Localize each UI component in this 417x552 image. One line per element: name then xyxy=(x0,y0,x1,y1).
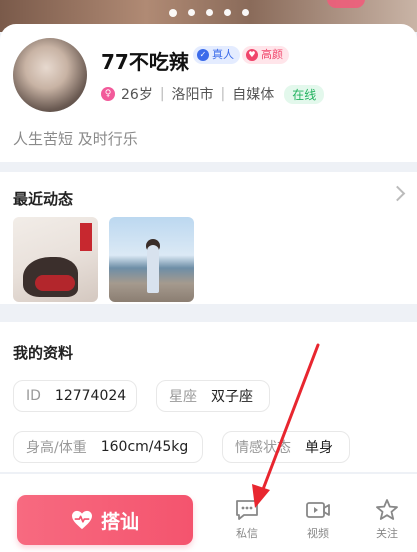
info-key: 身高/体重 xyxy=(26,440,87,456)
chevron-right-icon[interactable] xyxy=(389,185,406,202)
chat-up-button[interactable]: 搭讪 xyxy=(17,495,193,545)
moment-photo[interactable] xyxy=(109,217,194,302)
heart-face-icon: ♥ xyxy=(246,49,258,61)
info-key: 情感状态 xyxy=(235,440,291,456)
verified-badge-label: 真人 xyxy=(212,48,234,61)
bottom-action-bar: 搭讪 私信 视频 关注 xyxy=(0,474,417,552)
profile-card: 77不吃辣 ✓ 真人 ♥ 高颜 ♀ 26岁 | 洛阳市 | 自媒体 在线 人生苦… xyxy=(0,24,417,162)
decoration xyxy=(80,223,92,251)
carousel-dot[interactable] xyxy=(205,9,213,16)
pretty-badge: ♥ 高颜 xyxy=(242,46,289,64)
info-value: 160cm/45kg xyxy=(100,439,189,455)
photo-subject xyxy=(147,245,159,293)
heart-pulse-icon xyxy=(71,510,92,530)
info-value: 双子座 xyxy=(211,389,253,405)
header-badge xyxy=(327,0,365,8)
star-icon xyxy=(376,499,398,520)
profile-age: 26岁 xyxy=(121,87,153,103)
info-key: ID xyxy=(26,388,41,404)
video-button[interactable]: 视频 xyxy=(298,498,338,541)
chat-up-label: 搭讪 xyxy=(100,510,139,533)
avatar[interactable] xyxy=(13,38,87,112)
message-label: 私信 xyxy=(236,527,258,540)
carousel-dot[interactable] xyxy=(168,9,177,17)
profile-city: 洛阳市 xyxy=(171,87,214,103)
info-value: 12774024 xyxy=(54,388,127,404)
divider: | xyxy=(159,86,165,102)
info-chip-relationship: 情感状态 单身 xyxy=(222,431,350,463)
profile-bio: 人生苦短 及时行乐 xyxy=(13,130,138,148)
chat-bubble-icon xyxy=(236,500,258,520)
video-label: 视频 xyxy=(307,527,329,540)
video-camera-icon xyxy=(306,502,330,518)
my-profile-info-section: 我的资料 ID 12774024 星座 双子座 身高/体重 160cm/45kg… xyxy=(0,322,417,472)
carousel-dot[interactable] xyxy=(187,9,195,16)
section-title-info: 我的资料 xyxy=(13,344,74,362)
info-value: 单身 xyxy=(305,440,333,456)
photo-detail xyxy=(35,275,75,291)
carousel-dot[interactable] xyxy=(241,9,249,16)
message-button[interactable]: 私信 xyxy=(227,498,267,541)
section-title-recent: 最近动态 xyxy=(13,190,74,208)
carousel-dot[interactable] xyxy=(223,9,231,16)
profile-job: 自媒体 xyxy=(232,87,275,103)
online-status-badge: 在线 xyxy=(284,84,325,104)
divider: | xyxy=(220,86,226,102)
pretty-badge-label: 高颜 xyxy=(261,48,283,61)
info-chip-id: ID 12774024 xyxy=(13,380,137,412)
follow-label: 关注 xyxy=(376,527,398,540)
profile-name: 77不吃辣 xyxy=(101,50,189,74)
info-chip-height-weight: 身高/体重 160cm/45kg xyxy=(13,431,203,463)
info-key: 星座 xyxy=(169,389,197,405)
verified-badge: ✓ 真人 xyxy=(193,46,240,64)
recent-moments-section[interactable]: 最近动态 xyxy=(0,172,417,304)
profile-meta: ♀ 26岁 | 洛阳市 | 自媒体 在线 xyxy=(101,84,325,104)
verified-check-icon: ✓ xyxy=(197,49,209,61)
carousel-indicator xyxy=(0,9,417,17)
moment-photo[interactable] xyxy=(13,217,98,302)
female-icon: ♀ xyxy=(101,87,115,101)
follow-button[interactable]: 关注 xyxy=(367,498,407,541)
info-chip-zodiac: 星座 双子座 xyxy=(156,380,270,412)
